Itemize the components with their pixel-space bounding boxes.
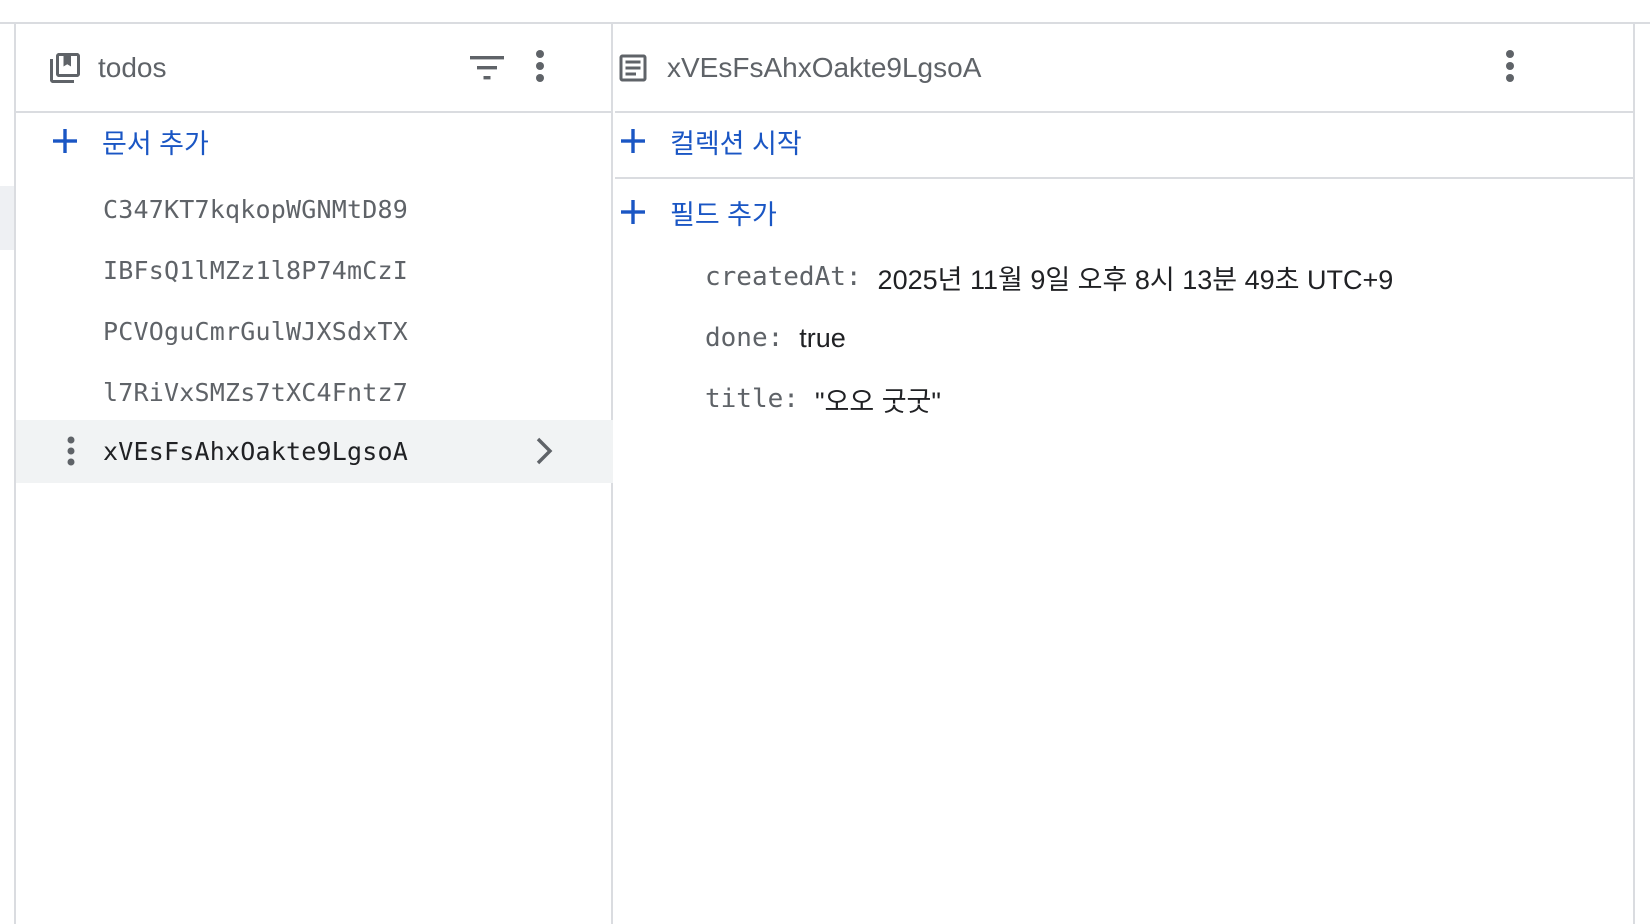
field-key: title: [705, 384, 784, 414]
document-list-item[interactable]: C347KT7kqkopWGNMtD89: [16, 178, 613, 241]
right-divider: [1633, 24, 1635, 924]
previous-panel-selection: [0, 186, 14, 250]
document-header: xVEsFsAhxOakte9LgsoA: [615, 24, 1633, 113]
document-title: xVEsFsAhxOakte9LgsoA: [667, 52, 982, 83]
add-document-label: 문서 추가: [102, 128, 209, 159]
document-list-item[interactable]: PCVOguCmrGulWJXSdxTX: [16, 300, 613, 363]
field-value: "오오 굿굿": [814, 386, 941, 417]
field-row[interactable]: createdAt: 2025년 11월 9일 오후 8시 13분 49초 UT…: [705, 252, 1393, 302]
field-row[interactable]: title: "오오 굿굿": [705, 374, 941, 424]
document-list-item-selected[interactable]: xVEsFsAhxOakte9LgsoA: [16, 420, 613, 483]
start-collection-label: 컬렉션 시작: [670, 128, 802, 159]
document-list-item[interactable]: IBFsQ1lMZz1l8P74mCzI: [16, 239, 613, 302]
plus-icon: [621, 129, 645, 153]
document-list-item[interactable]: l7RiVxSMZs7tXC4Fntz7: [16, 361, 613, 424]
collection-more-vert-icon[interactable]: [526, 48, 554, 88]
collection-icon: [47, 50, 83, 86]
document-id: IBFsQ1lMZz1l8P74mCzI: [103, 256, 409, 285]
chevron-right-icon: [529, 435, 559, 467]
collection-header: todos: [16, 24, 611, 113]
collection-panel: todos 문서 추가 C347KT7kqkopWGNMtD89 IBFsQ1l…: [16, 24, 613, 924]
document-id: xVEsFsAhxOakte9LgsoA: [103, 437, 409, 466]
document-id: C347KT7kqkopWGNMtD89: [103, 195, 409, 224]
field-key: done: [705, 323, 768, 353]
document-id: l7RiVxSMZs7tXC4Fntz7: [103, 378, 409, 407]
section-divider: [615, 177, 1633, 179]
start-collection-button[interactable]: 컬렉션 시작: [618, 121, 802, 161]
document-more-vert-icon[interactable]: [1496, 48, 1524, 88]
field-row[interactable]: done: true: [705, 313, 846, 363]
add-field-button[interactable]: 필드 추가: [618, 192, 777, 232]
add-document-button[interactable]: 문서 추가: [50, 121, 209, 161]
add-field-label: 필드 추가: [670, 199, 777, 230]
document-panel: xVEsFsAhxOakte9LgsoA 컬렉션 시작 필드 추가 create…: [615, 24, 1633, 924]
document-more-vert-icon[interactable]: [58, 436, 84, 466]
field-key: createdAt: [705, 262, 846, 292]
field-value: true: [799, 322, 846, 353]
document-id: PCVOguCmrGulWJXSdxTX: [103, 317, 409, 346]
filter-icon[interactable]: [468, 50, 506, 86]
plus-icon: [621, 200, 645, 224]
collection-title: todos: [98, 52, 167, 83]
plus-icon: [53, 129, 77, 153]
document-icon: [615, 50, 651, 86]
field-value: 2025년 11월 9일 오후 8시 13분 49초 UTC+9: [877, 264, 1394, 295]
